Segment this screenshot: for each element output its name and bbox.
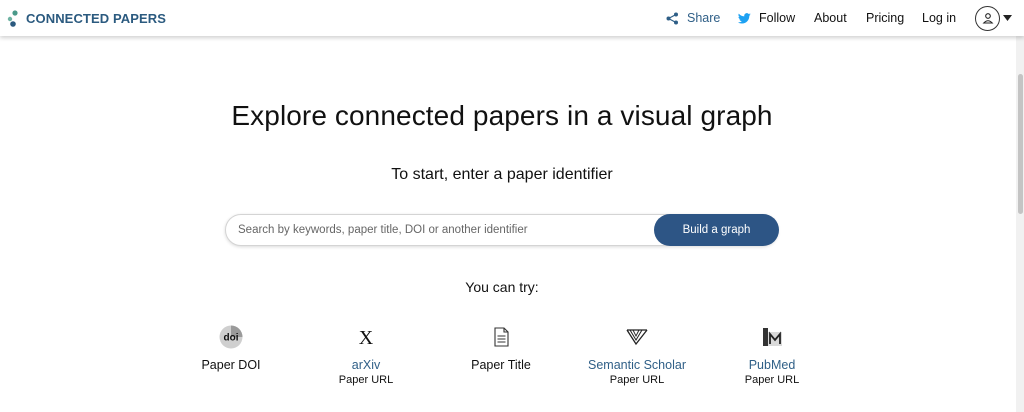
try-label: You can try: bbox=[465, 279, 539, 295]
scrollbar-thumb[interactable] bbox=[1018, 74, 1023, 214]
connected-papers-logo-icon bbox=[7, 10, 18, 27]
example-arxiv[interactable]: X arXiv Paper URL bbox=[296, 324, 436, 386]
example-sublabel: Paper URL bbox=[609, 374, 665, 386]
semantic-scholar-icon bbox=[626, 329, 648, 346]
user-icon bbox=[982, 13, 993, 24]
avatar bbox=[975, 5, 1000, 31]
examples-list: doi Paper DOI X arXiv Paper URL Paper Ti… bbox=[0, 324, 1004, 404]
chevron-down-icon bbox=[1003, 15, 1012, 21]
share-link[interactable]: Share bbox=[666, 9, 720, 27]
login-link[interactable]: Log in bbox=[922, 9, 956, 27]
document-icon bbox=[494, 327, 509, 347]
page: CONNECTED PAPERS Share Follow About Pric… bbox=[0, 0, 1024, 412]
twitter-bird-icon bbox=[738, 12, 751, 23]
pubmed-icon bbox=[763, 328, 782, 346]
share-label: Share bbox=[687, 11, 721, 25]
arxiv-icon: X bbox=[359, 327, 374, 349]
follow-label: Follow bbox=[759, 11, 796, 25]
search-input[interactable] bbox=[238, 215, 658, 245]
logo-text: CONNECTED PAPERS bbox=[26, 10, 167, 26]
example-paper-doi[interactable]: doi Paper DOI bbox=[161, 324, 301, 372]
page-subtitle: To start, enter a paper identifier bbox=[391, 166, 613, 183]
share-icon bbox=[666, 12, 678, 24]
example-pubmed[interactable]: PubMed Paper URL bbox=[702, 324, 842, 386]
svg-text:X: X bbox=[359, 327, 374, 349]
account-menu-button[interactable] bbox=[975, 5, 1012, 31]
example-paper-title[interactable]: Paper Title bbox=[431, 324, 571, 372]
example-label: PubMed bbox=[748, 358, 796, 372]
scrollbar-track[interactable] bbox=[1016, 36, 1024, 412]
build-graph-button[interactable]: Build a graph bbox=[654, 214, 779, 246]
logo[interactable]: CONNECTED PAPERS bbox=[6, 7, 166, 29]
example-label: arXiv bbox=[351, 358, 381, 372]
example-label: Semantic Scholar bbox=[588, 358, 686, 372]
follow-link[interactable]: Follow bbox=[738, 9, 795, 27]
top-nav-bar: CONNECTED PAPERS Share Follow About Pric… bbox=[0, 0, 1024, 36]
svg-text:doi: doi bbox=[224, 333, 239, 344]
page-title: Explore connected papers in a visual gra… bbox=[231, 100, 773, 131]
pricing-link[interactable]: Pricing bbox=[866, 9, 904, 27]
doi-icon: doi bbox=[219, 325, 243, 349]
example-sublabel: Paper URL bbox=[338, 374, 394, 386]
search-bar: Build a graph bbox=[225, 214, 779, 246]
example-label: Paper DOI bbox=[201, 358, 261, 372]
about-link[interactable]: About bbox=[814, 9, 847, 27]
example-label: Paper Title bbox=[471, 358, 531, 372]
example-semantic-scholar[interactable]: Semantic Scholar Paper URL bbox=[567, 324, 707, 386]
example-sublabel: Paper URL bbox=[744, 374, 800, 386]
